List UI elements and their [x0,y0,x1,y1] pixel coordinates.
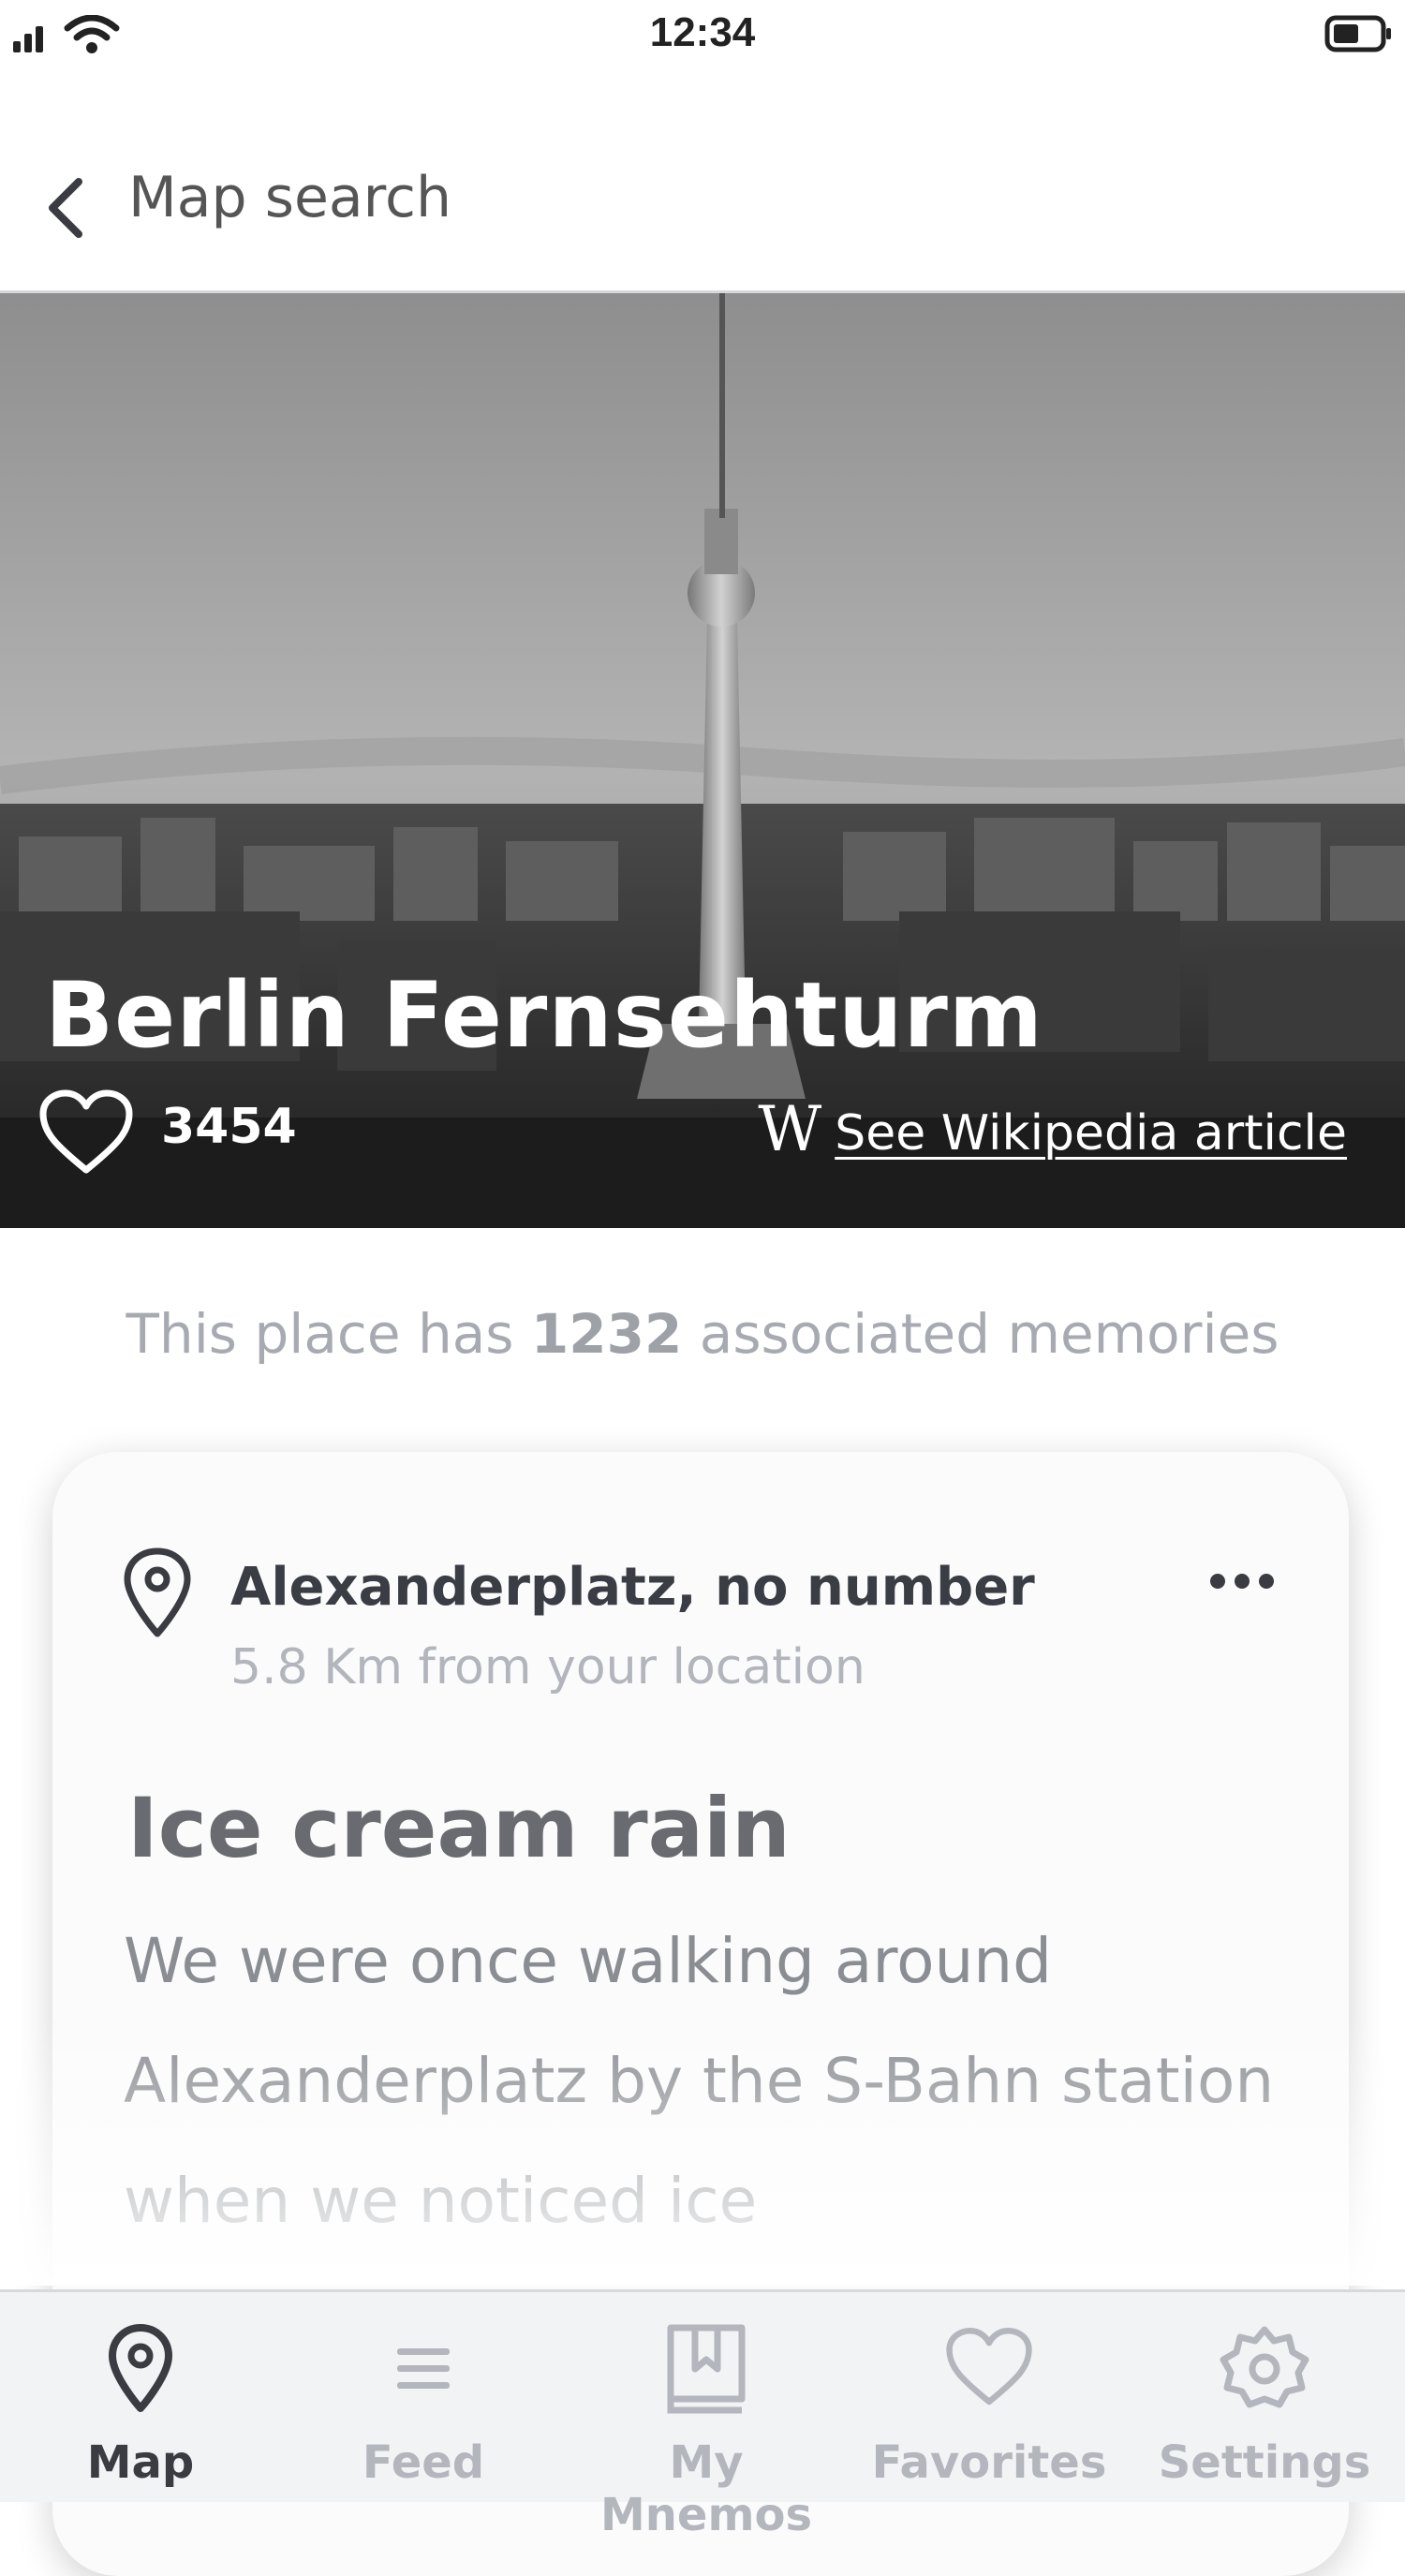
map-pin-icon [109,2324,172,2412]
memory-title: Ice cream rain [127,1780,791,1876]
wikipedia-link[interactable]: W See Wikipedia article [758,1099,1347,1161]
tab-my-mnemos[interactable]: My Mnemos [566,2292,847,2541]
place-photo [0,293,1405,1228]
menu-icon [397,2348,450,2389]
memories-count-text: This place has 1232 associated memories [126,1302,1279,1366]
status-bar: 12:34 [0,0,1405,75]
heart-icon [946,2328,1032,2406]
memory-distance: 5.8 Km from your location [230,1639,865,1695]
tab-my-mnemos-label: My Mnemos [599,2436,813,2541]
wikipedia-link-label[interactable]: See Wikipedia article [835,1106,1347,1161]
place-name: Berlin Fernsehturm [45,963,1043,1068]
memory-address: Alexanderplatz, no number [230,1557,1035,1618]
more-options-button[interactable] [1205,1562,1279,1600]
navigation-bar: Map search [0,103,1405,293]
tab-feed[interactable]: Feed [283,2292,564,2502]
tab-favorites[interactable]: Favorites [849,2292,1130,2502]
tab-favorites-label: Favorites [871,2436,1107,2489]
gear-icon [1220,2326,1309,2408]
chevron-left-icon [49,178,82,238]
tab-map[interactable]: Map [0,2292,281,2502]
tab-settings-label: Settings [1158,2436,1371,2489]
scroll-fade [0,2014,1405,2286]
heart-outline-icon [39,1089,133,1174]
more-dots-icon [1210,1574,1274,1589]
tab-feed-label: Feed [362,2436,485,2489]
book-icon [667,2324,746,2414]
status-time: 12:34 [649,9,756,55]
tab-map-label: Map [86,2436,195,2489]
back-label[interactable]: Map search [128,165,451,230]
like-button[interactable] [37,1088,140,1181]
tab-settings[interactable]: Settings [1124,2292,1405,2502]
place-hero: Berlin Fernsehturm 3454 W See Wikipedia … [0,293,1405,1228]
memories-count: 1232 [530,1302,683,1366]
location-pin-icon [120,1546,204,1639]
wikipedia-icon: W [758,1093,822,1165]
tab-bar: Map Feed My Mnemos Favorites Settings [0,2289,1405,2541]
battery-icon [1324,15,1391,52]
likes-count: 3454 [161,1099,297,1155]
back-button[interactable] [37,170,103,245]
